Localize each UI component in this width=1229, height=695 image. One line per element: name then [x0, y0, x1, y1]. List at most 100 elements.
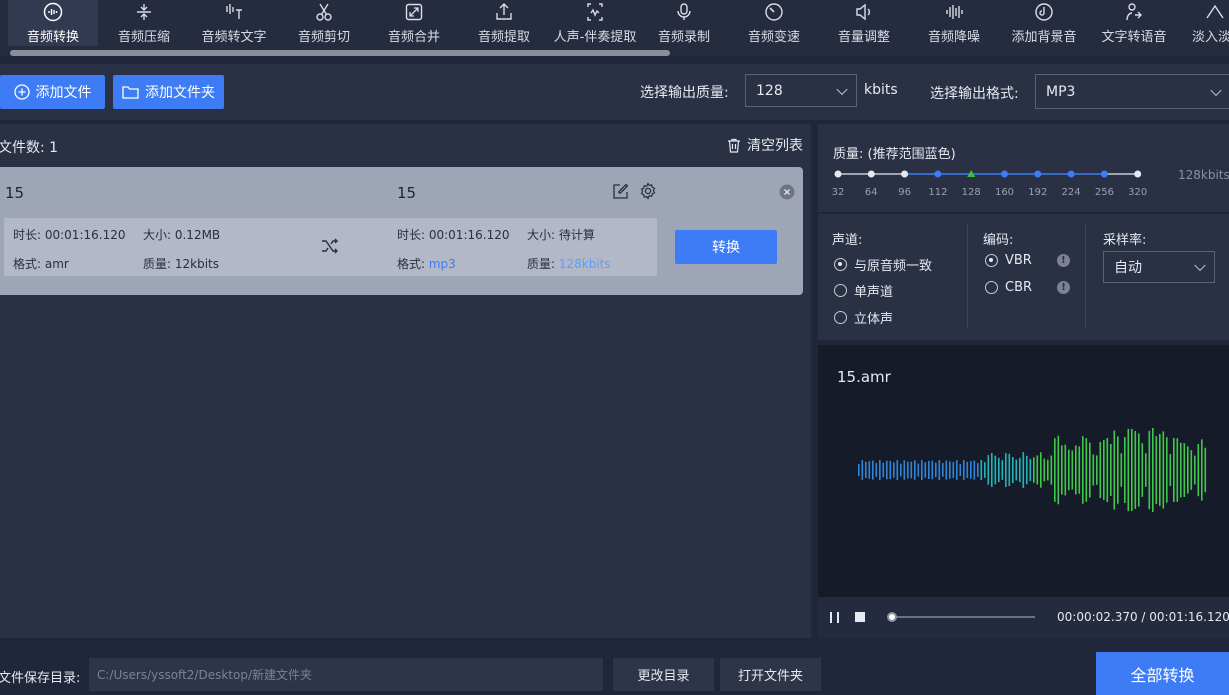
quality-tick-point[interactable]	[1034, 170, 1042, 178]
tool-audio-record[interactable]: 音频录制	[650, 0, 718, 46]
quality-tick-label: 32	[832, 187, 845, 198]
quality-select[interactable]: 128	[745, 74, 857, 107]
waveform-bar	[893, 462, 895, 478]
add-folder-button[interactable]: 添加文件夹	[113, 75, 224, 109]
chevron-down-icon	[836, 83, 848, 95]
waveform-bar	[1001, 460, 1004, 480]
waveform-bar	[900, 463, 902, 477]
tool-vocal-separate[interactable]: 人声-伴奏提取	[548, 0, 642, 46]
quality-tick-point[interactable]	[934, 170, 942, 178]
add-file-label: 添加文件	[35, 85, 92, 101]
tool-audio-cut[interactable]: 音频剪切	[290, 0, 358, 46]
waveform-bar	[1047, 459, 1049, 481]
tool-label: 音频转文字	[201, 30, 267, 45]
waveform-bar	[1078, 446, 1081, 494]
quality-tick-point[interactable]	[901, 170, 909, 178]
format-select-label: 选择输出格式:	[930, 86, 1019, 102]
quality-tick-point[interactable]	[867, 170, 875, 178]
waveform-bar	[1159, 434, 1161, 506]
waveform-bar	[1131, 429, 1133, 511]
waveform[interactable]	[858, 425, 1208, 515]
save-path-field[interactable]: C:/Users/yssoft2/Desktop/新建文件夹	[89, 658, 603, 691]
tool-label: 音频转换	[26, 30, 79, 45]
encoding-option-cbr[interactable]: CBR !	[985, 280, 1071, 295]
tool-audio-convert[interactable]: 音频转换	[8, 0, 98, 46]
channel-option-label: 与原音频一致	[854, 259, 933, 274]
toolbar-scrollbar[interactable]	[10, 50, 670, 56]
tool-audio-extract[interactable]: 音频提取	[470, 0, 538, 46]
audio-preview-player: 15.amr	[818, 345, 1229, 597]
encoding-option-label: CBR	[1005, 280, 1033, 295]
quality-tick-point[interactable]	[1134, 170, 1142, 178]
channel-option-stereo[interactable]: 立体声	[834, 308, 893, 327]
waveform-bar	[1029, 458, 1032, 482]
channel-option-label: 立体声	[854, 312, 894, 327]
source-size: 大小: 0.12MB	[143, 228, 221, 242]
tool-text-to-speech[interactable]: 文字转语音	[1094, 0, 1174, 46]
waveform-bar	[1026, 455, 1028, 485]
waveform-bar	[1117, 436, 1119, 504]
tool-speech-to-text[interactable]: 音频转文字	[196, 0, 272, 46]
settings-divider	[967, 224, 968, 328]
format-select[interactable]: MP3	[1035, 74, 1229, 109]
quality-tick-point[interactable]	[834, 170, 842, 178]
clear-list-button[interactable]: 清空列表	[727, 135, 803, 155]
close-icon[interactable]	[779, 184, 795, 200]
pause-icon[interactable]	[828, 611, 842, 624]
file-detail: 时长: 00:01:16.120 大小: 0.12MB 格式: amr 质量: …	[4, 218, 657, 276]
waveform-bar	[924, 462, 927, 478]
waveform-bar	[1096, 455, 1098, 485]
encoding-option-vbr[interactable]: VBR !	[985, 253, 1070, 268]
waveform-bar	[928, 460, 930, 479]
quality-slider[interactable]: 32 64 96 112 128 160 192 224 256 320	[828, 166, 1158, 202]
edit-icon[interactable]	[612, 183, 629, 200]
seek-track[interactable]	[887, 612, 1035, 622]
waveform-bar	[984, 462, 986, 478]
tool-toolbar: 音频转换 音频压缩 音频转文字 音频剪切 音频合并 音频提取 人声-伴奏提取 音…	[0, 0, 1229, 56]
save-dir-label: 文件保存目录:	[0, 671, 81, 686]
waveform-bar	[917, 463, 920, 477]
waveform-bar	[1201, 439, 1203, 501]
target-quality-label: 质量:	[527, 257, 559, 271]
open-folder-button[interactable]: 打开文件夹	[720, 658, 821, 691]
waveform-bar	[903, 460, 906, 480]
gear-icon[interactable]	[639, 182, 657, 200]
waveform-bar	[907, 461, 909, 479]
radio-button-icon	[834, 311, 847, 324]
waveform-bar	[865, 461, 867, 478]
radio-button-icon	[985, 254, 998, 267]
tool-label: 音量调整	[837, 30, 890, 45]
target-duration: 时长: 00:01:16.120	[397, 228, 510, 242]
radio-button-icon	[834, 258, 847, 271]
change-dir-button[interactable]: 更改目录	[613, 658, 714, 691]
tool-volume-adjust[interactable]: 音量调整	[830, 0, 898, 46]
info-icon[interactable]: !	[1056, 254, 1070, 267]
stop-icon[interactable]	[854, 611, 866, 623]
channel-option-mono[interactable]: 单声道	[834, 281, 893, 300]
tool-fade[interactable]: 淡入淡	[1192, 0, 1229, 46]
waveform-bar	[935, 462, 937, 478]
tool-audio-compress[interactable]: 音频压缩	[110, 0, 178, 46]
waveform-bar	[1113, 430, 1116, 510]
info-icon[interactable]: !	[1057, 281, 1071, 294]
waveform-bar	[1075, 445, 1077, 495]
quality-tick-label: 256	[1095, 187, 1114, 198]
quality-tick-point[interactable]	[1001, 170, 1008, 178]
convert-button[interactable]: 转换	[675, 230, 777, 264]
channel-option-original[interactable]: 与原音频一致	[834, 255, 932, 274]
tool-audio-speed[interactable]: 音频变速	[740, 0, 808, 46]
tool-label: 音频合并	[387, 30, 440, 45]
quality-tick-point[interactable]	[1067, 170, 1075, 178]
tool-audio-merge[interactable]: 音频合并	[380, 0, 448, 46]
seek-handle[interactable]	[887, 612, 898, 622]
volume-icon	[853, 1, 875, 23]
chevron-down-icon	[1194, 259, 1206, 272]
tool-add-background[interactable]: 添加背景音	[1004, 0, 1084, 46]
waveform-bar	[1015, 459, 1018, 481]
add-file-button[interactable]: 添加文件	[0, 75, 105, 109]
convert-all-button[interactable]: 全部转换	[1096, 652, 1229, 695]
quality-tick-point[interactable]	[1100, 170, 1108, 178]
tool-denoise[interactable]: 音频降噪	[920, 0, 988, 46]
samplerate-select[interactable]: 自动	[1103, 251, 1215, 283]
file-item[interactable]: 15 15 时长: 00:01:16.120 大小: 0.12MB 格式: am…	[0, 167, 803, 295]
